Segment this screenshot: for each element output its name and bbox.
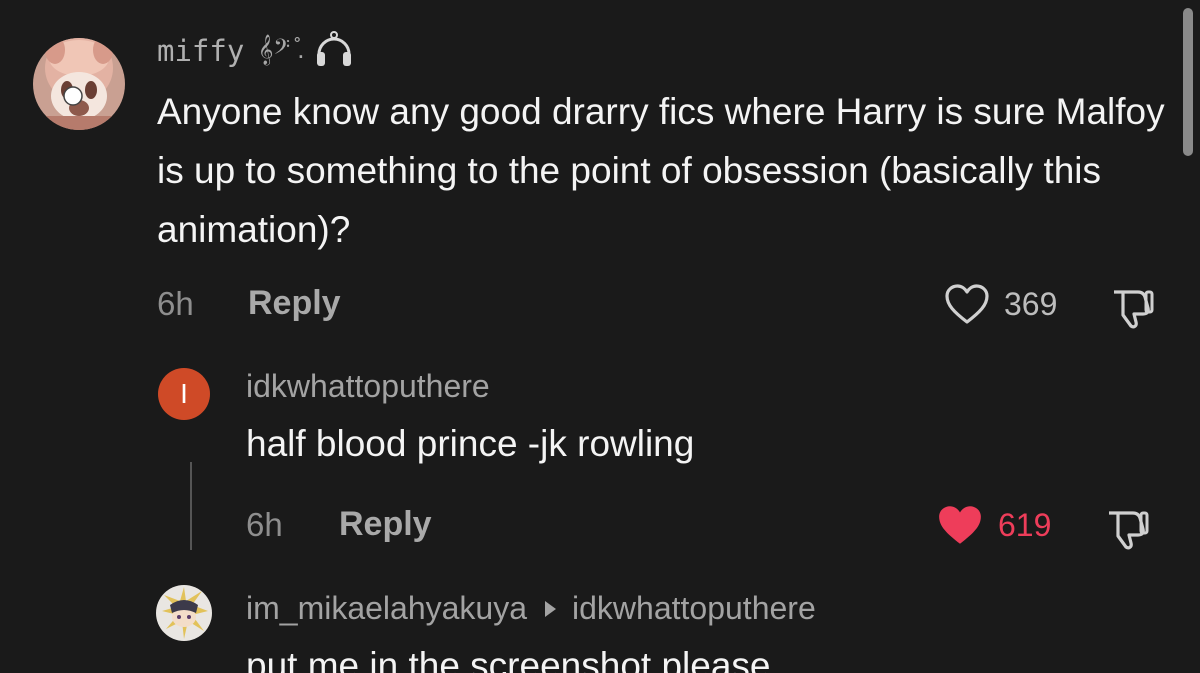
dislike-icon[interactable] [1108, 284, 1156, 332]
avatar[interactable]: I [158, 368, 210, 420]
like-count: 619 [998, 506, 1052, 543]
avatar-image [156, 585, 212, 641]
thread-line [190, 462, 192, 550]
heart-filled-icon [939, 506, 981, 544]
comment-timestamp: 6h [157, 285, 194, 322]
comment-username[interactable]: miffy [157, 34, 244, 68]
reply-text: half blood prince -jk rowling [246, 423, 695, 464]
avatar-image [33, 38, 125, 130]
reply-header: im_mikaelahyakuya idkwhattoputhere [246, 590, 816, 627]
reply-timestamp: 6h [246, 506, 283, 543]
avatar[interactable] [33, 38, 125, 130]
headphones-icon [317, 31, 351, 66]
like-button[interactable]: 619 [936, 503, 1051, 547]
reply-username[interactable]: idkwhattoputhere [246, 368, 490, 405]
scrollbar[interactable] [1183, 8, 1193, 156]
dislike-icon[interactable] [1103, 505, 1151, 553]
reply-button[interactable]: Reply [248, 284, 341, 323]
comments-screen: miffy 𝄞𝄢 ̊. Anyone know any good drarry … [0, 0, 1200, 673]
avatar[interactable] [156, 585, 212, 641]
like-count: 369 [1004, 285, 1058, 322]
username-decoration: 𝄞𝄢 ̊. [258, 34, 305, 64]
reply-button[interactable]: Reply [339, 505, 432, 544]
reply-username[interactable]: im_mikaelahyakuya [246, 590, 527, 627]
reply-to-arrow-icon [545, 600, 557, 617]
reply-to-username[interactable]: idkwhattoputhere [572, 590, 816, 627]
reply-text: put me in the screenshot please [246, 645, 771, 673]
heart-outline-icon [945, 284, 989, 324]
comment-text: Anyone know any good drarry fics where H… [157, 91, 1165, 250]
like-button[interactable]: 369 [944, 283, 1057, 325]
